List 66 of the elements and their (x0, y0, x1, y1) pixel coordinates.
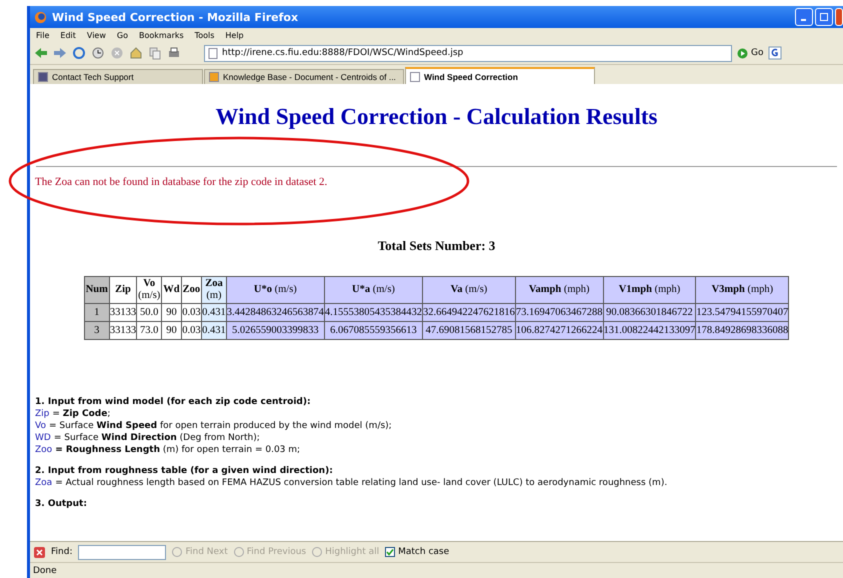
table-cell: 0.03 (181, 304, 202, 322)
table-cell: 73.16947063467288 (515, 304, 604, 322)
table-cell: 47.69081568152785 (422, 322, 516, 340)
column-header: Zip (109, 276, 137, 304)
table-cell: 123.54794155970407 (696, 304, 789, 322)
variable-description: = Actual roughness length based on FEMA HAZUS conversion table relating land use- land cover (LULC) to aerodynamic roughness (m). (55, 477, 668, 490)
column-header: Zoa (m) (202, 276, 226, 304)
variable-name: Zoo (35, 444, 52, 456)
section-title: 3. Output: (35, 498, 88, 510)
table-cell: 4.15553805435384432 (324, 304, 423, 322)
table-cell: 33133 (109, 304, 137, 322)
window-title: Wind Speed Correction - Mozilla Firefox (52, 10, 298, 24)
address-field[interactable]: http://irene.cs.fiu.edu:8888/FDOI/WSC/WindSpeed.jsp (204, 44, 732, 62)
variable-name: Zoa (35, 477, 52, 490)
column-header: V3mph (mph) (696, 276, 789, 304)
section-title: 1. Input from wind model (for each zip code centroid): (35, 396, 312, 408)
total-sets: Total Sets Number: 3 (376, 238, 496, 254)
table-cell: 178.84928698336088 (696, 322, 789, 340)
table-cell: 32.664942247621816 (422, 304, 516, 322)
table-cell: 73.0 (136, 322, 162, 340)
table-cell: 1 (84, 304, 110, 322)
column-header: U*o (m/s) (226, 276, 324, 304)
section-title: 2. Input from roughness table (for a given wind direction): (35, 465, 334, 478)
menu-item[interactable]: Go (116, 30, 128, 40)
menu-item[interactable]: View (86, 30, 106, 40)
variable-name: Vo (35, 420, 46, 432)
variable-description: = Roughness Length (m) for open terrain = 0.03 m; (55, 444, 300, 456)
table-cell: 131.00822442133097 (603, 322, 696, 340)
column-header: V1mph (mph) (603, 276, 696, 304)
table-cell: 3 (84, 322, 110, 340)
browser-tab[interactable]: Knowledge Base - Document - Centroids of ... (204, 69, 404, 84)
table-cell: 0.431 (202, 304, 226, 322)
menu-item[interactable]: Edit (60, 30, 76, 40)
error-message: The Zoa can not be found in database for the zip code in dataset 2. (35, 176, 328, 188)
menu-item[interactable]: File (36, 30, 50, 40)
table-cell: 50.0 (136, 304, 162, 322)
variable-description: = Surface Wind Speed for open terrain produced by the wind model (m/s); (48, 420, 392, 432)
page-heading: Wind Speed Correction - Calculation Results (214, 104, 658, 130)
table-cell: 33133 (109, 322, 137, 340)
status-text: Done (33, 566, 57, 576)
match-case-checkbox[interactable]: Match case (385, 547, 450, 557)
menu-item[interactable]: Tools (194, 30, 214, 40)
variable-description: = Zip Code; (52, 408, 110, 420)
menu-item[interactable]: Help (225, 30, 244, 40)
table-cell: 90.08366301846722 (603, 304, 696, 322)
column-header: Vo (m/s) (136, 276, 162, 304)
table-cell: 6.067085559356613 (324, 322, 423, 340)
variable-name: WD (35, 432, 51, 444)
menu-item[interactable]: Bookmarks (138, 30, 184, 40)
table-cell: 0.03 (181, 322, 202, 340)
table-cell: 0.431 (202, 322, 226, 340)
table-cell: 5.026559003399833 (226, 322, 324, 340)
browser-tab[interactable]: Wind Speed Correction (405, 67, 595, 84)
go-button[interactable]: Go (737, 48, 764, 58)
column-header: U*a (m/s) (324, 276, 423, 304)
variable-name: Zip (35, 408, 50, 420)
column-header: Vamph (mph) (515, 276, 604, 304)
column-header: Zoo (181, 276, 202, 304)
column-header: Num (84, 276, 110, 304)
table-cell: 3.44284863246563874 (226, 304, 324, 322)
find-label: Find: (51, 547, 72, 557)
column-header: Va (m/s) (422, 276, 516, 304)
table-cell: 106.8274271266224 (515, 322, 604, 340)
browser-tab[interactable]: Contact Tech Support (33, 69, 203, 84)
column-header: Wd (162, 276, 182, 304)
variable-description: = Surface Wind Direction (Deg from North); (54, 432, 260, 444)
